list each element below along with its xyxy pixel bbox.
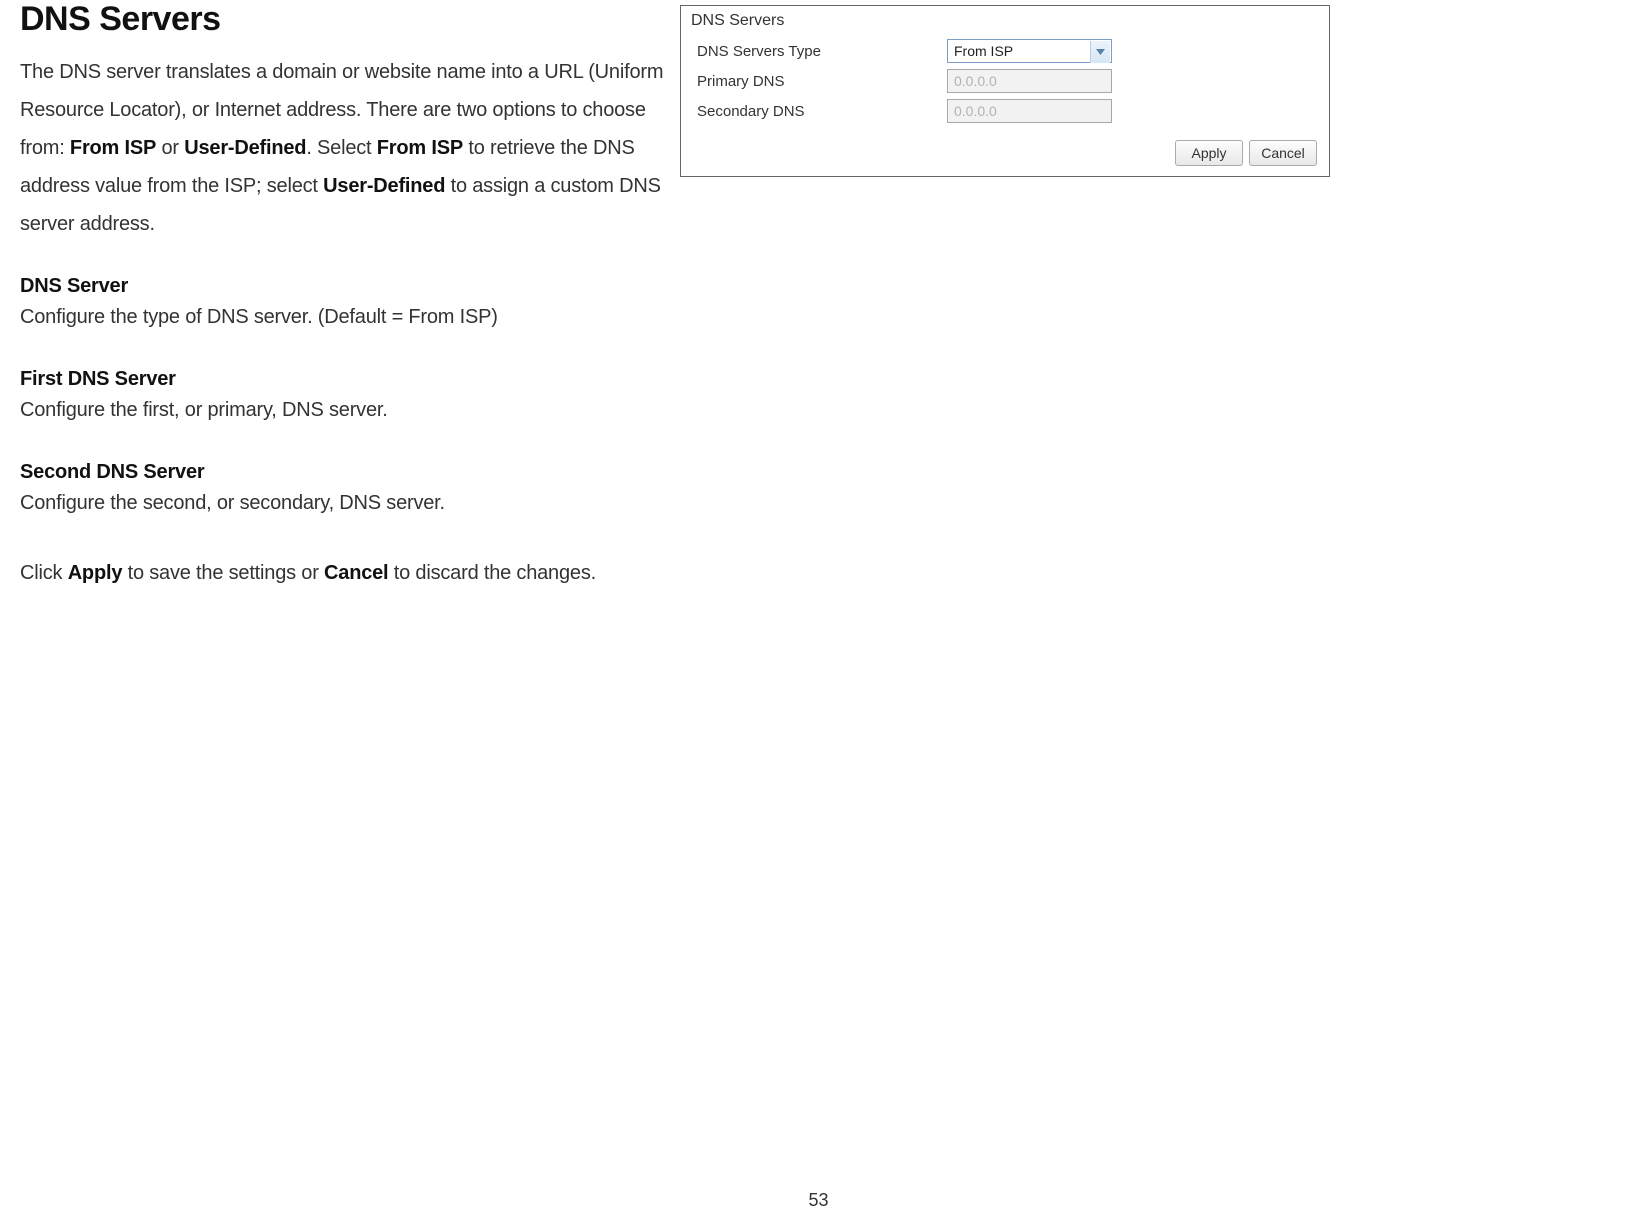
label-dns-servers-type: DNS Servers Type [697,43,947,60]
panel-button-row: Apply Cancel [681,132,1329,176]
section-desc-first-dns: Configure the first, or primary, DNS ser… [20,391,670,429]
chevron-down-icon [1090,41,1110,63]
page-title: DNS Servers [20,0,670,39]
input-primary-dns[interactable]: 0.0.0.0 [947,69,1112,93]
row-dns-servers-type: DNS Servers Type From ISP [697,36,1313,66]
row-primary-dns: Primary DNS 0.0.0.0 [697,66,1313,96]
section-heading-first-dns: First DNS Server [20,368,670,391]
panel-body: DNS Servers Type From ISP Primary DNS 0 [681,32,1329,132]
section-desc-dns-server: Configure the type of DNS server. (Defau… [20,298,670,336]
intro-bold-from-isp-2: From ISP [377,137,463,159]
apply-text: to save the settings or [122,562,324,584]
section-heading-second-dns: Second DNS Server [20,461,670,484]
page-content: DNS Servers The DNS server translates a … [0,0,1637,592]
row-secondary-dns: Secondary DNS 0.0.0.0 [697,96,1313,126]
cancel-button[interactable]: Cancel [1249,140,1317,166]
page-number: 53 [0,1190,1637,1211]
intro-bold-from-isp: From ISP [70,137,156,159]
section-desc-second-dns: Configure the second, or secondary, DNS … [20,484,670,522]
select-value: From ISP [947,39,1112,63]
dns-servers-panel: DNS Servers DNS Servers Type From ISP [680,5,1330,177]
intro-text: . Select [306,137,376,159]
section-heading-dns-server: DNS Server [20,275,670,298]
intro-bold-user-defined: User-Defined [184,137,306,159]
apply-text: Click [20,562,68,584]
apply-bold-cancel: Cancel [324,562,388,584]
select-dns-servers-type[interactable]: From ISP [947,39,1112,63]
intro-bold-user-defined-2: User-Defined [323,175,445,197]
intro-text: or [156,137,184,159]
input-value: 0.0.0.0 [954,103,997,119]
intro-paragraph: The DNS server translates a domain or we… [20,53,670,243]
label-primary-dns: Primary DNS [697,73,947,90]
apply-paragraph: Click Apply to save the settings or Canc… [20,554,670,592]
apply-button[interactable]: Apply [1175,140,1243,166]
select-value-text: From ISP [954,43,1013,59]
apply-text: to discard the changes. [388,562,596,584]
text-column: DNS Servers The DNS server translates a … [20,0,680,592]
input-secondary-dns[interactable]: 0.0.0.0 [947,99,1112,123]
label-secondary-dns: Secondary DNS [697,103,947,120]
figure-column: DNS Servers DNS Servers Type From ISP [680,0,1330,592]
panel-title: DNS Servers [681,6,1329,32]
apply-bold-apply: Apply [68,562,123,584]
input-value: 0.0.0.0 [954,73,997,89]
